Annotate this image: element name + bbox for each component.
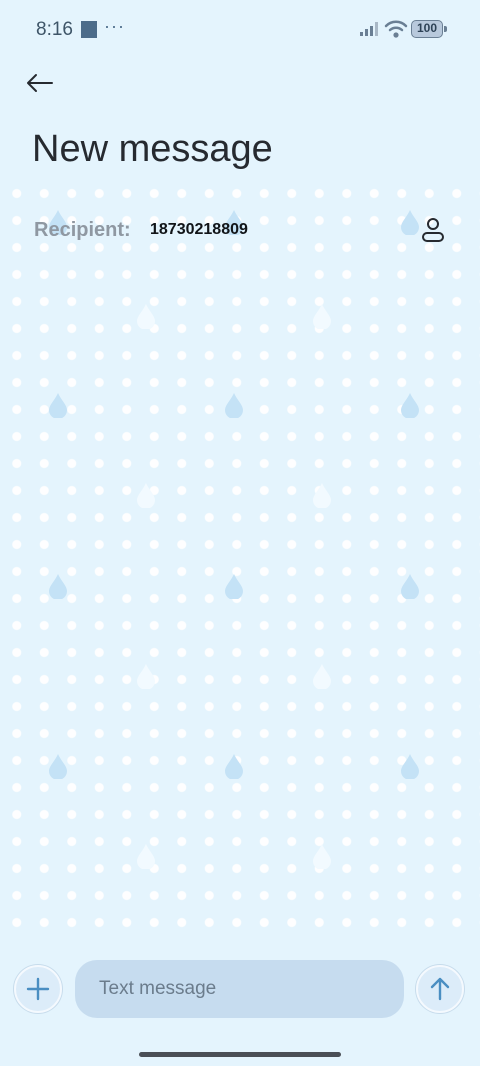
recipient-label: Recipient: xyxy=(34,219,131,241)
send-button[interactable] xyxy=(416,965,464,1013)
plus-icon xyxy=(26,977,50,1001)
contact-picker-button[interactable] xyxy=(418,214,448,246)
raindrop-decoration xyxy=(137,304,155,329)
raindrop-decoration xyxy=(313,304,331,329)
back-button[interactable] xyxy=(20,64,60,104)
raindrop-decoration xyxy=(49,754,67,779)
status-bar: 8:16 ··· 100 xyxy=(0,0,480,60)
notification-icon xyxy=(81,21,97,38)
arrow-left-icon xyxy=(27,74,53,92)
home-indicator[interactable] xyxy=(139,1052,341,1057)
raindrop-decoration xyxy=(313,844,331,869)
raindrop-decoration xyxy=(225,754,243,779)
raindrop-decoration xyxy=(401,393,419,418)
raindrop-decoration xyxy=(137,844,155,869)
page-title: New message xyxy=(32,128,273,170)
raindrop-decoration xyxy=(313,483,331,508)
raindrop-decoration xyxy=(401,754,419,779)
contact-icon xyxy=(422,218,444,242)
raindrop-decoration xyxy=(49,574,67,599)
battery-level: 100 xyxy=(416,21,438,35)
message-input[interactable] xyxy=(75,960,404,1018)
raindrop-decoration xyxy=(225,574,243,599)
raindrop-decoration xyxy=(313,664,331,689)
raindrop-decoration xyxy=(401,574,419,599)
raindrop-decoration xyxy=(401,210,419,235)
chat-wallpaper xyxy=(0,180,480,940)
raindrop-decoration xyxy=(137,483,155,508)
wifi-icon xyxy=(384,20,408,38)
battery-icon: 100 xyxy=(411,20,447,38)
more-notifications-icon: ··· xyxy=(104,16,125,36)
raindrop-decoration xyxy=(225,393,243,418)
add-attachment-button[interactable] xyxy=(14,965,62,1013)
raindrop-decoration xyxy=(49,393,67,418)
raindrop-decoration xyxy=(137,664,155,689)
recipient-field[interactable]: 18730218809 xyxy=(150,221,248,239)
arrow-up-icon xyxy=(430,977,450,1001)
status-time: 8:16 xyxy=(36,19,73,40)
signal-icon xyxy=(360,22,378,36)
